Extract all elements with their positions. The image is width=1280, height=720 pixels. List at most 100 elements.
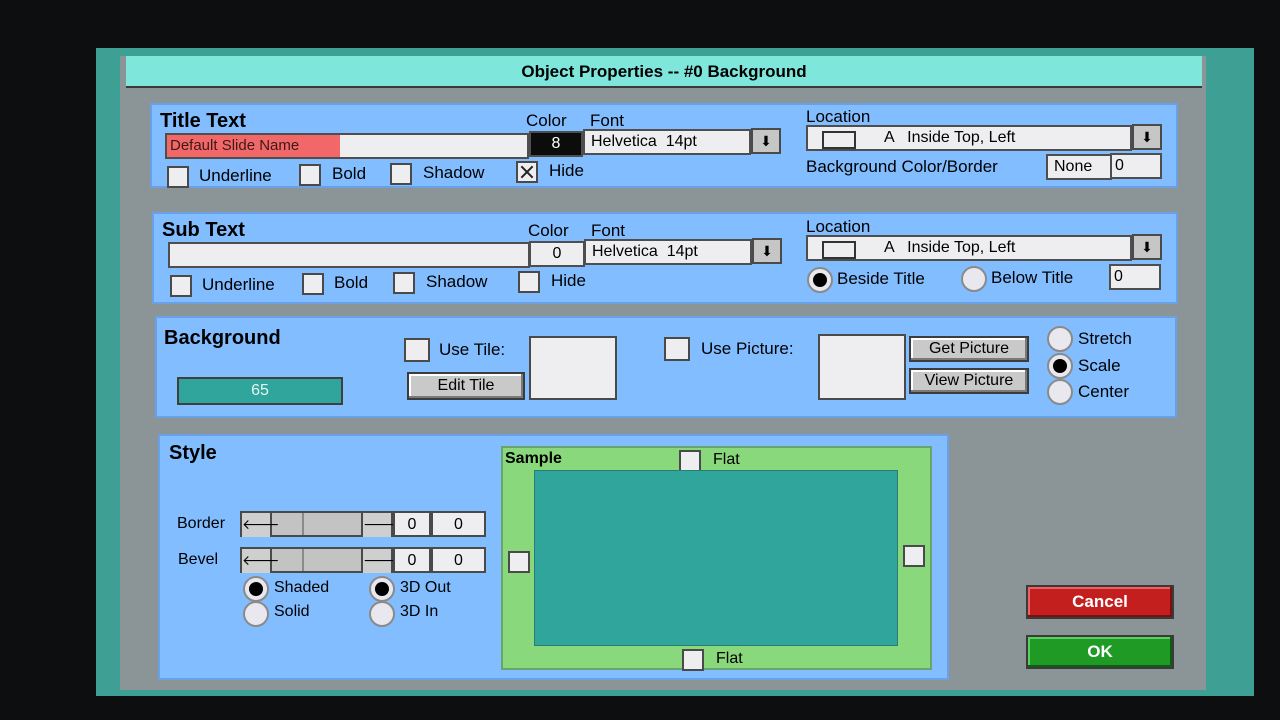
title-hide-checkbox[interactable] [516,161,538,183]
sample-left-checkbox[interactable] [508,551,530,573]
sample-flat-top-checkbox[interactable] [679,450,701,472]
sub-font-label: Font [591,221,626,240]
bg-color-border-label: Background Color/Border [806,157,998,176]
left-arrow-icon[interactable]: 🡐 [242,513,280,537]
sample-preview [534,470,898,646]
title-color-label: Color [526,111,567,130]
ok-button[interactable]: OK [1026,635,1174,669]
view-picture-button[interactable]: View Picture [909,368,1029,394]
bg-color-field[interactable]: None [1046,154,1112,180]
sample-flat-bottom-label: Flat [716,650,743,667]
sample-flat-top-label: Flat [713,451,740,468]
sub-underline-label: Underline [202,275,275,294]
use-picture-checkbox[interactable] [664,337,690,361]
location-box-icon [822,241,856,259]
location-box-icon [822,131,856,149]
sub-location-value: A Inside Top, Left [884,239,1016,256]
sub-text-input[interactable] [168,242,530,268]
bevel-label: Bevel [178,551,219,568]
edit-tile-button[interactable]: Edit Tile [407,372,525,400]
title-underline-label: Underline [199,166,272,185]
bevel-value-b[interactable]: 0 [431,547,486,573]
3d-out-radio[interactable] [369,576,395,602]
bevel-value-a[interactable]: 0 [393,547,431,573]
shaded-label: Shaded [274,579,330,596]
sub-underline-checkbox[interactable] [170,275,192,297]
sub-font-field[interactable]: Helvetica 14pt [584,239,752,265]
beside-title-radio[interactable] [807,267,833,293]
center-radio[interactable] [1047,379,1073,405]
background-color-swatch[interactable]: 65 [177,377,343,405]
right-arrow-icon[interactable]: 🡒 [361,513,401,537]
sub-offset-value: 0 [1114,268,1123,285]
get-picture-button[interactable]: Get Picture [909,336,1029,362]
title-bold-checkbox[interactable] [299,164,321,186]
solid-label: Solid [274,603,310,620]
sample-flat-bottom-checkbox[interactable] [682,649,704,671]
down-arrow-icon: ⬇ [1141,129,1153,145]
title-location-label: Location [806,107,871,126]
sub-bold-checkbox[interactable] [302,273,324,295]
cancel-button[interactable]: Cancel [1026,585,1174,619]
sub-location-field[interactable]: A Inside Top, Left [806,235,1132,261]
title-text-heading: Title Text [160,110,246,132]
sub-offset-field[interactable]: 0 [1109,264,1161,290]
sub-hide-label: Hide [551,271,586,290]
border-value-a[interactable]: 0 [393,511,431,537]
bg-border-field[interactable]: 0 [1110,153,1162,179]
stretch-radio[interactable] [1047,326,1073,352]
use-tile-checkbox[interactable] [404,338,430,362]
use-picture-label: Use Picture: [701,339,794,358]
sub-color-label: Color [528,221,569,240]
bg-color-value: None [1054,158,1093,175]
sub-location-dropdown-button[interactable]: ⬇ [1132,234,1162,260]
sub-font-dropdown-button[interactable]: ⬇ [752,238,782,264]
scale-label: Scale [1078,356,1121,375]
title-hide-label: Hide [549,161,584,180]
below-title-radio[interactable] [961,266,987,292]
border-slider[interactable]: 🡐 🡒 [240,511,401,537]
sub-color-value: 0 [552,245,562,262]
title-location-value: A Inside Top, Left [884,129,1016,146]
style-heading: Style [169,442,217,464]
down-arrow-icon: ⬇ [760,133,772,149]
title-shadow-label: Shadow [423,163,485,182]
title-color-field[interactable]: 8 [529,131,583,157]
sub-color-field[interactable]: 0 [529,241,585,267]
sub-shadow-label: Shadow [426,272,488,291]
background-color-value: 65 [251,382,269,399]
3d-out-label: 3D Out [400,579,451,596]
title-text-input[interactable]: Default Slide Name [165,133,529,159]
scale-radio[interactable] [1047,353,1073,379]
beside-title-label: Beside Title [837,269,925,288]
picture-preview [818,334,906,400]
sample-heading: Sample [505,450,562,467]
bg-border-value: 0 [1115,157,1124,174]
sub-hide-checkbox[interactable] [518,271,540,293]
slider-thumb[interactable] [274,549,304,571]
sub-shadow-checkbox[interactable] [393,272,415,294]
solid-radio[interactable] [243,601,269,627]
title-shadow-checkbox[interactable] [390,163,412,185]
sample-right-checkbox[interactable] [903,545,925,567]
title-font-dropdown-button[interactable]: ⬇ [751,128,781,154]
3d-in-label: 3D In [400,603,439,620]
title-location-dropdown-button[interactable]: ⬇ [1132,124,1162,150]
3d-in-radio[interactable] [369,601,395,627]
down-arrow-icon: ⬇ [1141,239,1153,255]
bevel-slider[interactable]: 🡐 🡒 [240,547,401,573]
use-tile-label: Use Tile: [439,340,506,359]
stretch-label: Stretch [1078,329,1132,348]
right-arrow-icon[interactable]: 🡒 [361,549,401,573]
background-heading: Background [164,327,281,349]
title-underline-checkbox[interactable] [167,166,189,188]
title-text-value: Default Slide Name [167,135,340,157]
border-value-b[interactable]: 0 [431,511,486,537]
title-font-label: Font [590,111,625,130]
shaded-radio[interactable] [243,576,269,602]
title-font-field[interactable]: Helvetica 14pt [583,129,751,155]
sub-font-value: Helvetica 14pt [592,243,698,260]
left-arrow-icon[interactable]: 🡐 [242,549,280,573]
title-location-field[interactable]: A Inside Top, Left [806,125,1132,151]
slider-thumb[interactable] [274,513,304,535]
